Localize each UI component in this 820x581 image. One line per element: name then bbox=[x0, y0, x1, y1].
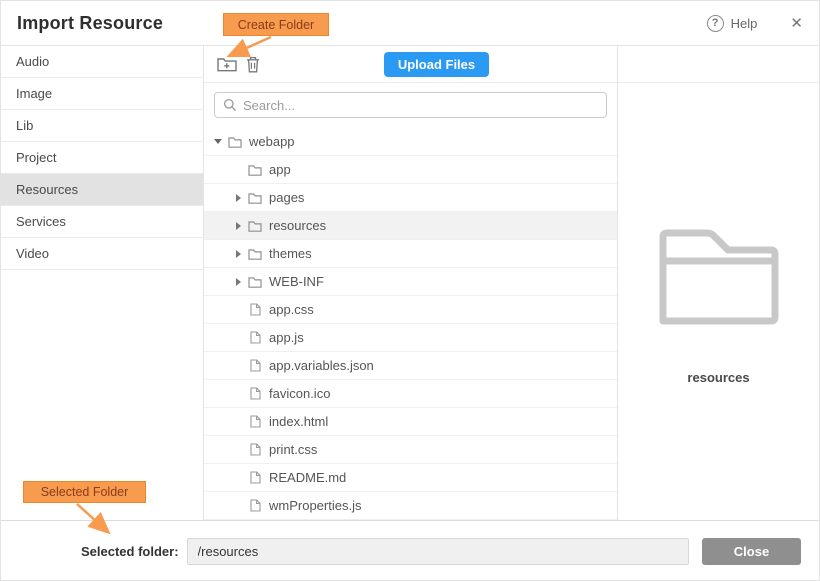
tree-item-label: app.js bbox=[269, 330, 304, 345]
folder-large-icon bbox=[655, 229, 783, 325]
file-icon bbox=[246, 443, 264, 456]
file-browser-panel: Upload Files webapp bbox=[204, 46, 618, 520]
sidebar-item-resources[interactable]: Resources bbox=[1, 174, 203, 206]
folder-preview: resources bbox=[618, 83, 819, 385]
caret-right-icon[interactable] bbox=[230, 222, 246, 230]
tree-item-app[interactable]: app bbox=[204, 156, 617, 184]
sidebar-item-label: Resources bbox=[16, 182, 78, 197]
selected-folder-input[interactable] bbox=[187, 538, 689, 565]
tree-item-label: WEB-INF bbox=[269, 274, 324, 289]
tree-item-index-html[interactable]: index.html bbox=[204, 408, 617, 436]
header-actions: ? Help ✕ bbox=[707, 14, 803, 32]
file-tree: webapp app pages resources bbox=[204, 128, 617, 520]
tree-item-label: webapp bbox=[249, 134, 295, 149]
search-input[interactable] bbox=[214, 92, 607, 118]
close-button[interactable]: Close bbox=[702, 538, 801, 565]
tree-item-label: wmProperties.js bbox=[269, 498, 361, 513]
tree-item-label: app bbox=[269, 162, 291, 177]
caret-right-icon[interactable] bbox=[230, 250, 246, 258]
dialog-header: Import Resource ? Help ✕ bbox=[1, 1, 819, 46]
folder-icon bbox=[226, 136, 244, 148]
caret-down-icon[interactable] bbox=[210, 139, 226, 144]
sidebar-item-label: Video bbox=[16, 246, 49, 261]
file-icon bbox=[246, 387, 264, 400]
delete-button[interactable] bbox=[240, 52, 266, 76]
dialog-footer: Selected folder: Close bbox=[1, 520, 819, 581]
preview-folder-name: resources bbox=[618, 370, 819, 385]
sidebar-item-label: Lib bbox=[16, 118, 33, 133]
sidebar-item-project[interactable]: Project bbox=[1, 142, 203, 174]
tree-item-readme-md[interactable]: README.md bbox=[204, 464, 617, 492]
file-icon bbox=[246, 415, 264, 428]
tree-item-resources[interactable]: resources bbox=[204, 212, 617, 240]
folder-icon bbox=[246, 248, 264, 260]
caret-right-icon[interactable] bbox=[230, 278, 246, 286]
preview-panel-header bbox=[618, 46, 819, 83]
tree-item-webapp[interactable]: webapp bbox=[204, 128, 617, 156]
sidebar-item-label: Services bbox=[16, 214, 66, 229]
tree-item-wmproperties-js[interactable]: wmProperties.js bbox=[204, 492, 617, 520]
sidebar-item-label: Image bbox=[16, 86, 52, 101]
tree-item-pages[interactable]: pages bbox=[204, 184, 617, 212]
sidebar-item-lib[interactable]: Lib bbox=[1, 110, 203, 142]
import-resource-dialog: Import Resource ? Help ✕ Audio Image Lib… bbox=[0, 0, 820, 581]
tree-item-favicon-ico[interactable]: favicon.ico bbox=[204, 380, 617, 408]
tree-item-label: index.html bbox=[269, 414, 328, 429]
folder-icon bbox=[246, 220, 264, 232]
create-folder-button[interactable] bbox=[214, 52, 240, 76]
caret-right-icon[interactable] bbox=[230, 194, 246, 202]
tree-item-label: app.variables.json bbox=[269, 358, 374, 373]
close-icon[interactable]: ✕ bbox=[790, 14, 803, 32]
category-sidebar: Audio Image Lib Project Resources Servic… bbox=[1, 46, 204, 520]
folder-icon bbox=[246, 276, 264, 288]
tree-item-themes[interactable]: themes bbox=[204, 240, 617, 268]
tree-item-label: themes bbox=[269, 246, 312, 261]
file-icon bbox=[246, 359, 264, 372]
file-icon bbox=[246, 499, 264, 512]
file-icon bbox=[246, 331, 264, 344]
selected-folder-callout: Selected Folder bbox=[23, 481, 146, 503]
sidebar-item-label: Audio bbox=[16, 54, 49, 69]
tree-item-print-css[interactable]: print.css bbox=[204, 436, 617, 464]
file-icon bbox=[246, 471, 264, 484]
sidebar-item-video[interactable]: Video bbox=[1, 238, 203, 270]
create-folder-callout: Create Folder bbox=[223, 13, 329, 36]
upload-files-button[interactable]: Upload Files bbox=[384, 52, 489, 77]
tree-item-label: favicon.ico bbox=[269, 386, 330, 401]
help-icon[interactable]: ? bbox=[707, 15, 724, 32]
dialog-body: Audio Image Lib Project Resources Servic… bbox=[1, 46, 819, 520]
file-icon bbox=[246, 303, 264, 316]
folder-plus-icon bbox=[217, 56, 237, 72]
sidebar-item-image[interactable]: Image bbox=[1, 78, 203, 110]
preview-panel: resources bbox=[618, 46, 819, 520]
help-link[interactable]: Help bbox=[731, 16, 758, 31]
search-area bbox=[204, 83, 617, 128]
trash-icon bbox=[246, 56, 260, 73]
selected-folder-label: Selected folder: bbox=[81, 544, 179, 559]
tree-item-label: print.css bbox=[269, 442, 317, 457]
page-title: Import Resource bbox=[17, 13, 163, 34]
sidebar-item-services[interactable]: Services bbox=[1, 206, 203, 238]
folder-icon bbox=[246, 164, 264, 176]
tree-item-label: README.md bbox=[269, 470, 346, 485]
tree-item-label: resources bbox=[269, 218, 326, 233]
tree-item-label: app.css bbox=[269, 302, 314, 317]
tree-item-web-inf[interactable]: WEB-INF bbox=[204, 268, 617, 296]
tree-item-app-js[interactable]: app.js bbox=[204, 324, 617, 352]
tree-item-label: pages bbox=[269, 190, 304, 205]
sidebar-item-audio[interactable]: Audio bbox=[1, 46, 203, 78]
tree-item-app-css[interactable]: app.css bbox=[204, 296, 617, 324]
search-icon bbox=[223, 98, 237, 112]
tree-item-app-variables-json[interactable]: app.variables.json bbox=[204, 352, 617, 380]
sidebar-item-label: Project bbox=[16, 150, 56, 165]
file-toolbar: Upload Files bbox=[204, 46, 617, 83]
folder-icon bbox=[246, 192, 264, 204]
